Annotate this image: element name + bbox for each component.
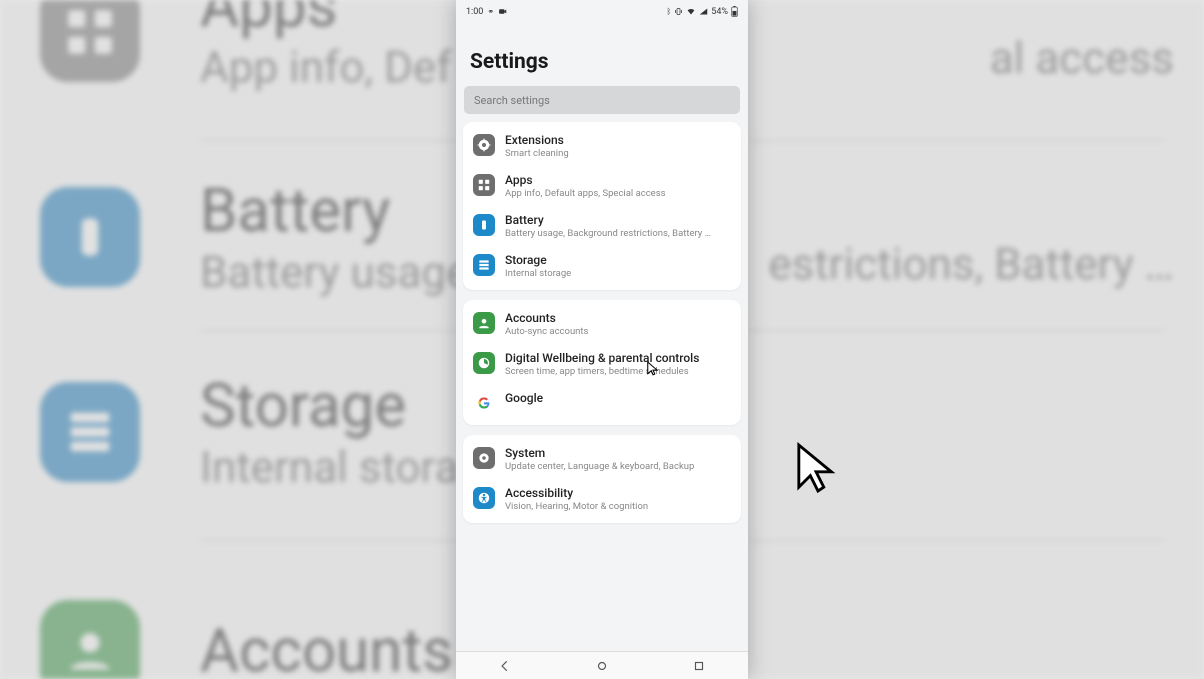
vibrate-icon (674, 7, 683, 16)
row-extensions[interactable]: Extensions Smart cleaning (463, 126, 741, 166)
row-accessibility[interactable]: Accessibility Vision, Hearing, Motor & c… (463, 479, 741, 519)
signal-icon (699, 7, 708, 16)
row-storage[interactable]: Storage Internal storage (463, 246, 741, 286)
bg-storage-title: Storage (200, 370, 459, 441)
row-storage-sub: Internal storage (505, 268, 731, 279)
google-icon (473, 392, 495, 414)
row-wellbeing-sub: Screen time, app timers, bedtime schedul… (505, 366, 731, 377)
row-apps[interactable]: Apps App info, Default apps, Special acc… (463, 166, 741, 206)
battery-icon (731, 6, 738, 17)
row-battery-title: Battery (505, 213, 731, 227)
extensions-icon (473, 134, 495, 156)
row-google[interactable]: Google (463, 384, 741, 421)
bg-apps-sub: App info, Def (200, 41, 452, 93)
android-nav-bar (456, 651, 748, 679)
status-bar: 1:00 ⚭ ᛒ 54% (456, 0, 748, 20)
bg-apps-title: Apps (200, 0, 452, 41)
status-time: 1:00 (466, 7, 483, 17)
row-accounts-sub: Auto-sync accounts (505, 326, 731, 337)
wifi-icon (686, 7, 696, 16)
bg-apps-sub-right: al access (990, 32, 1174, 84)
battery-pct: 54% (711, 7, 728, 17)
wellbeing-icon (473, 352, 495, 374)
bg-accounts-title: Accounts (200, 615, 453, 679)
row-apps-sub: App info, Default apps, Special access (505, 188, 731, 199)
settings-group-accounts: Accounts Auto-sync accounts Digital Well… (463, 300, 741, 425)
row-system-sub: Update center, Language & keyboard, Back… (505, 461, 731, 472)
search-input[interactable]: Search settings (464, 86, 740, 114)
accessibility-icon (473, 487, 495, 509)
row-storage-title: Storage (505, 253, 731, 267)
bg-battery-title: Battery (200, 175, 469, 246)
battery-icon (473, 214, 495, 236)
row-accessibility-title: Accessibility (505, 486, 731, 500)
nav-home-button[interactable] (595, 659, 609, 673)
storage-icon (40, 382, 140, 482)
bg-battery-sub: Battery usage (200, 246, 469, 298)
row-battery-sub: Battery usage, Background restrictions, … (505, 228, 731, 239)
bluetooth-icon: ᛒ (666, 7, 671, 16)
row-extensions-sub: Smart cleaning (505, 148, 731, 159)
row-battery[interactable]: Battery Battery usage, Background restri… (463, 206, 741, 246)
bg-battery-sub-right: estrictions, Battery … (768, 238, 1174, 290)
row-accounts-title: Accounts (505, 311, 731, 325)
nav-recents-button[interactable] (692, 659, 706, 673)
page-title: Settings (456, 20, 748, 86)
apps-icon (473, 174, 495, 196)
bg-storage-sub: Internal stora (200, 441, 459, 493)
storage-icon (473, 254, 495, 276)
battery-icon (40, 187, 140, 287)
accounts-icon (473, 312, 495, 334)
row-accessibility-sub: Vision, Hearing, Motor & cognition (505, 501, 731, 512)
search-placeholder: Search settings (474, 94, 550, 107)
row-wellbeing[interactable]: Digital Wellbeing & parental controls Sc… (463, 344, 741, 384)
camera-icon (498, 7, 507, 16)
system-icon (473, 447, 495, 469)
recording-icon: ⚭ (487, 7, 494, 16)
row-wellbeing-title: Digital Wellbeing & parental controls (505, 351, 731, 365)
row-accounts[interactable]: Accounts Auto-sync accounts (463, 304, 741, 344)
row-extensions-title: Extensions (505, 133, 731, 147)
row-system[interactable]: System Update center, Language & keyboar… (463, 439, 741, 479)
row-google-title: Google (505, 391, 731, 405)
accounts-icon (40, 600, 140, 679)
row-apps-title: Apps (505, 173, 731, 187)
nav-back-button[interactable] (498, 659, 512, 673)
settings-group-system: System Update center, Language & keyboar… (463, 435, 741, 523)
cursor-icon (795, 440, 841, 496)
phone-frame: 1:00 ⚭ ᛒ 54% (456, 0, 748, 679)
row-system-title: System (505, 446, 731, 460)
apps-icon (40, 0, 140, 82)
settings-group-device: Extensions Smart cleaning Apps App info,… (463, 122, 741, 290)
